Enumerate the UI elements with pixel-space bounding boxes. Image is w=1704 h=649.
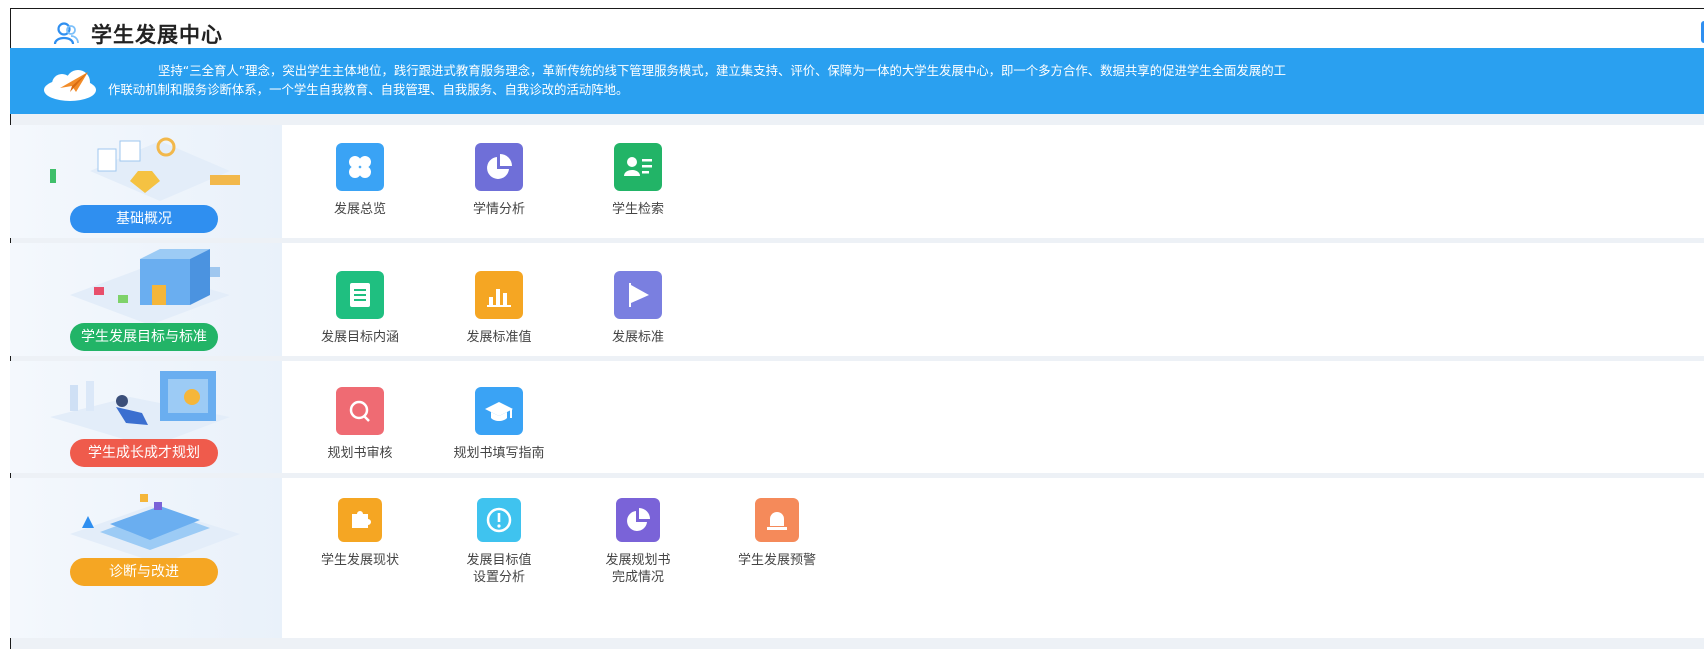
menu-item-label: 发展总览 bbox=[333, 202, 386, 217]
menu-item-standard-values[interactable]: 发展标准值 bbox=[434, 271, 564, 346]
menu-item-development-standards[interactable]: 发展标准 bbox=[573, 271, 703, 346]
menu-item-learning-analysis[interactable]: 学情分析 bbox=[434, 143, 564, 218]
flag-icon bbox=[614, 271, 662, 319]
menu-item-label: 发展标准 bbox=[611, 330, 664, 345]
menu-item-label: 学情分析 bbox=[472, 202, 525, 217]
menu-item-label: 学生发展现状 bbox=[320, 553, 399, 568]
id-card-icon bbox=[614, 143, 662, 191]
section-goals-standards: 学生发展目标与标准 发展目标内涵 发展标准值 发展标准 bbox=[10, 243, 1704, 356]
dashboard-illustration bbox=[50, 137, 240, 201]
section-label[interactable]: 学生成长成才规划 bbox=[70, 439, 218, 467]
menu-item-development-status[interactable]: 学生发展现状 bbox=[295, 498, 425, 569]
menu-item-plan-completion[interactable]: 发展规划书 完成情况 bbox=[573, 498, 703, 586]
cloud-plane-icon bbox=[44, 70, 96, 101]
menu-item-development-warning[interactable]: 学生发展预警 bbox=[712, 498, 842, 569]
grid-icon bbox=[336, 143, 384, 191]
intro-text: 坚持“三全育人”理念，突出学生主体地位，践行跟进式教育服务理念，革新传统的线下管… bbox=[108, 61, 1704, 99]
menu-item-label: 发展目标内涵 bbox=[320, 330, 399, 345]
users-icon bbox=[53, 22, 79, 45]
document-icon bbox=[336, 271, 384, 319]
intro-banner: 坚持“三全育人”理念，突出学生主体地位，践行跟进式教育服务理念，革新传统的线下管… bbox=[10, 48, 1704, 114]
menu-item-label: 学生发展预警 bbox=[737, 553, 816, 568]
section-illustration-panel: 诊断与改进 bbox=[10, 478, 282, 638]
menu-item-label: 发展目标值 设置分析 bbox=[466, 553, 532, 585]
bar-chart-icon bbox=[475, 271, 523, 319]
alert-icon bbox=[477, 498, 521, 542]
menu-item-development-overview[interactable]: 发展总览 bbox=[295, 143, 425, 218]
menu-item-plan-review[interactable]: 规划书审核 bbox=[295, 387, 425, 462]
section-label[interactable]: 学生发展目标与标准 bbox=[70, 323, 218, 351]
alarm-icon bbox=[755, 498, 799, 542]
menu-item-student-search[interactable]: 学生检索 bbox=[573, 143, 703, 218]
page-title: 学生发展中心 bbox=[91, 23, 223, 47]
menu-item-label: 学生检索 bbox=[611, 202, 664, 217]
section-label[interactable]: 诊断与改进 bbox=[70, 558, 218, 586]
menu-item-label: 发展规划书 完成情况 bbox=[605, 553, 671, 585]
section-basic-overview: 基础概况 发展总览 学情分析 学生检索 bbox=[10, 125, 1704, 238]
section-illustration-panel: 基础概况 bbox=[10, 125, 282, 238]
section-growth-planning: 学生成长成才规划 规划书审核 规划书填写指南 bbox=[10, 361, 1704, 473]
section-illustration-panel: 学生发展目标与标准 bbox=[10, 243, 282, 356]
ocr-illustration bbox=[70, 249, 230, 325]
menu-item-label: 规划书填写指南 bbox=[453, 446, 545, 461]
intro-line-2: 作联动机制和服务诊断体系，一个学生自我教育、自我管理、自我服务、自我诊改的活动阵… bbox=[108, 82, 629, 97]
pie-chart-icon bbox=[475, 143, 523, 191]
layers-illustration bbox=[70, 494, 240, 564]
menu-item-goal-connotation[interactable]: 发展目标内涵 bbox=[295, 271, 425, 346]
intro-line-1: 坚持“三全育人”理念，突出学生主体地位，践行跟进式教育服务理念，革新传统的线下管… bbox=[158, 63, 1286, 78]
pie-chart-icon bbox=[616, 498, 660, 542]
section-illustration-panel: 学生成长成才规划 bbox=[10, 361, 282, 473]
menu-item-goal-setting-analysis[interactable]: 发展目标值 设置分析 bbox=[434, 498, 564, 586]
person-illustration bbox=[50, 371, 230, 447]
section-diagnosis-improvement: 诊断与改进 学生发展现状 发展目标值 设置分析 发展规划书 完成情况 学生发展预… bbox=[10, 478, 1704, 638]
graduation-cap-icon bbox=[475, 387, 523, 435]
menu-item-label: 发展标准值 bbox=[466, 330, 532, 345]
section-label[interactable]: 基础概况 bbox=[70, 205, 218, 233]
menu-item-plan-guide[interactable]: 规划书填写指南 bbox=[434, 387, 564, 462]
search-icon bbox=[336, 387, 384, 435]
puzzle-icon bbox=[338, 498, 382, 542]
menu-item-label: 规划书审核 bbox=[327, 446, 393, 461]
